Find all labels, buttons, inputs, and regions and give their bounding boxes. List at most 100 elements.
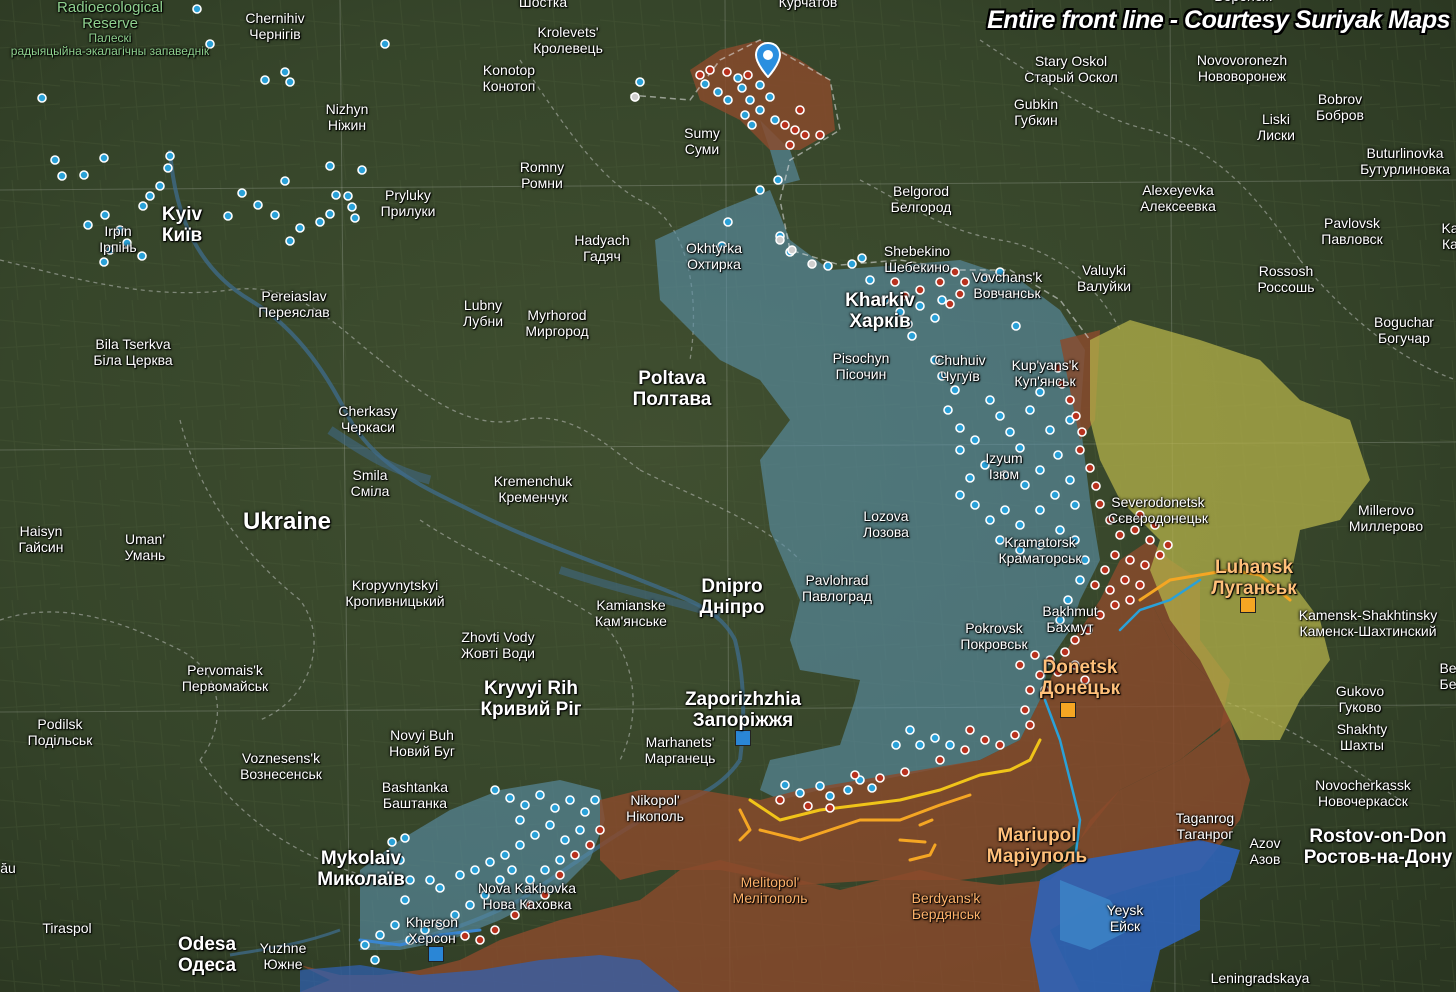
place-label-gukovo: Gukovo Гуково	[1336, 683, 1384, 715]
place-label-tiraspol: Tiraspol	[42, 920, 91, 936]
place-label-line: Чернігів	[249, 26, 301, 42]
place-label-line: Переяслав	[258, 304, 330, 320]
place-label-odesa: Odesa Одеса	[178, 934, 236, 976]
place-label-line: Kyiv	[161, 204, 203, 225]
place-label-line: Алексеевка	[1140, 198, 1216, 214]
place-label-taganrog: Taganrog Таганрог	[1176, 810, 1234, 842]
place-label-line: Чугуїв	[940, 368, 980, 384]
place-label-line: Uman'	[124, 531, 166, 547]
place-label-pereiaslav: Pereiaslav Переяслав	[258, 288, 329, 320]
map-title: Entire front line - Courtesy Suriyak Map…	[987, 6, 1450, 34]
place-label-line: Ка	[1442, 236, 1456, 252]
place-label-line: Podilsk	[37, 716, 83, 732]
place-label-line: Zhovti Vody	[461, 629, 535, 645]
place-label-melitopol: Melitopol' Мелітополь	[733, 874, 808, 906]
place-label-line: Marhanets'	[645, 734, 715, 750]
place-label-line: Ukraine	[242, 508, 332, 535]
place-label-line: Novyi Buh	[390, 727, 454, 743]
place-label-line: Sumy	[684, 125, 720, 141]
place-label-line: Шостка	[518, 0, 568, 10]
place-label-line: Новий Буг	[389, 743, 455, 759]
place-label-line: Radioecological	[57, 0, 163, 16]
place-label-line: Курчатов	[778, 0, 838, 10]
place-label-line: Луганськ	[1211, 578, 1297, 599]
place-label-balti: ău	[0, 860, 16, 876]
place-label-sumy: Sumy Суми	[684, 125, 720, 157]
place-label-line: Kamianske	[596, 597, 666, 613]
place-label-line: Азов	[1249, 851, 1281, 867]
place-label-line: Kryvyi Rih	[484, 678, 578, 699]
place-label-line: Херсон	[408, 930, 456, 946]
place-label-line: Покровськ	[960, 636, 1028, 652]
place-label-line: Лозова	[863, 524, 909, 540]
place-label-line: Voznesens'k	[241, 750, 321, 766]
place-label-line: Гайсин	[18, 539, 64, 555]
place-label-line: Белгород	[890, 199, 952, 215]
place-label-mykolaiv: Mykolaiv Миколаїв	[317, 848, 405, 890]
place-label-line: Губкин	[1014, 112, 1058, 128]
map-canvas[interactable]: Entire front line - Courtesy Suriyak Map…	[0, 0, 1456, 992]
place-label-line: Liski	[1261, 111, 1291, 127]
place-label-line: Ірпінь	[99, 239, 137, 255]
place-label-donetsk: Donetsk Донецьк	[1040, 657, 1120, 699]
place-label-mariupol: Mariupol Маріуполь	[987, 825, 1087, 867]
place-label-nova_kakhovka: Nova Kakhovka Нова Каховка	[478, 880, 576, 912]
place-label-myrhorod: Myrhorod Миргород	[525, 307, 588, 339]
place-label-line: Nova Kakhovka	[477, 880, 577, 896]
place-label-luhansk: Luhansk Луганськ	[1211, 557, 1297, 599]
place-label-line: Dnipro	[701, 576, 763, 597]
place-label-uman: Uman' Умань	[125, 531, 166, 563]
place-label-line: Охтирка	[687, 256, 741, 272]
place-label-pokrovsk: Pokrovsk Покровськ	[960, 620, 1027, 652]
location-pin-icon[interactable]	[754, 42, 782, 78]
place-label-dnipro: Dnipro Дніпро	[700, 576, 765, 618]
place-label-lubny: Lubny Лубни	[463, 297, 503, 329]
place-label-line: Myrhorod	[527, 307, 587, 323]
place-label-line: Pryluky	[385, 187, 431, 203]
place-label-kharkiv: Kharkiv Харків	[845, 290, 915, 332]
place-label-kamensk: Kamensk-Shakhtinsky Каменск-Шахтинский	[1299, 607, 1438, 639]
place-label-line: Черкаси	[341, 419, 395, 435]
place-label-shostka: Шостка	[519, 0, 567, 10]
place-label-line: Gubkin	[1013, 96, 1059, 112]
place-label-line: Kremenchuk	[493, 473, 573, 489]
place-label-line: Odesa	[177, 934, 237, 955]
place-label-line: Rossosh	[1258, 263, 1314, 279]
place-label-kurchatov: Курчатов	[779, 0, 838, 10]
place-label-line: Bashtanka	[381, 779, 449, 795]
place-label-line: Be	[1439, 660, 1456, 676]
place-label-line: Полтава	[632, 389, 712, 410]
place-label-line: Severodonetsk	[1111, 494, 1205, 510]
place-label-line: Cherkasy	[338, 403, 398, 419]
place-label-line: Smila	[352, 467, 388, 483]
place-label-zaporizhzhia: Zaporizhzhia Запоріжжя	[685, 689, 801, 731]
place-label-line: Zaporizhzhia	[684, 689, 802, 710]
place-label-line: Кам'янське	[595, 613, 667, 629]
place-label-line: Валуйки	[1076, 278, 1132, 294]
place-label-line: Кременчук	[498, 489, 568, 505]
place-label-novovoronezh: Novovoronezh Нововоронеж	[1197, 52, 1287, 84]
place-label-line: Гадяч	[583, 248, 621, 264]
place-label-line: Кролевець	[533, 40, 603, 56]
place-label-line: Київ	[161, 225, 203, 246]
place-label-kyiv: Kyiv Київ	[162, 204, 202, 246]
place-label-line: Nikopol'	[630, 792, 680, 808]
place-label-line: Ейск	[1109, 918, 1141, 934]
place-label-line: Нікополь	[626, 808, 684, 824]
place-label-line: Павлоград	[802, 588, 872, 604]
place-label-line: Romny	[519, 159, 565, 175]
place-label-line: Краматорськ	[998, 550, 1082, 566]
place-label-line: Маріуполь	[986, 846, 1088, 867]
place-label-kropyvnytskyi: Kropyvnytskyi Кропивницький	[345, 577, 444, 609]
place-label-line: Запоріжжя	[692, 710, 794, 731]
square-marker-luhansk	[1240, 597, 1256, 613]
place-label-yuzhne: Yuzhne Южне	[260, 940, 307, 972]
place-label-line: Новочеркасск	[1318, 793, 1408, 809]
place-label-line: Nizhyn	[325, 101, 369, 117]
place-label-line: Novovoronezh	[1196, 52, 1288, 68]
place-label-smila: Smila Сміла	[351, 467, 390, 499]
place-label-line: Лиски	[1257, 127, 1295, 143]
place-label-bila_tserkva: Bila Tserkva Біла Церква	[93, 336, 172, 368]
place-label-chuhuiv: Chuhuiv Чугуїв	[934, 352, 985, 384]
place-label-line: Pavlohrad	[805, 572, 869, 588]
